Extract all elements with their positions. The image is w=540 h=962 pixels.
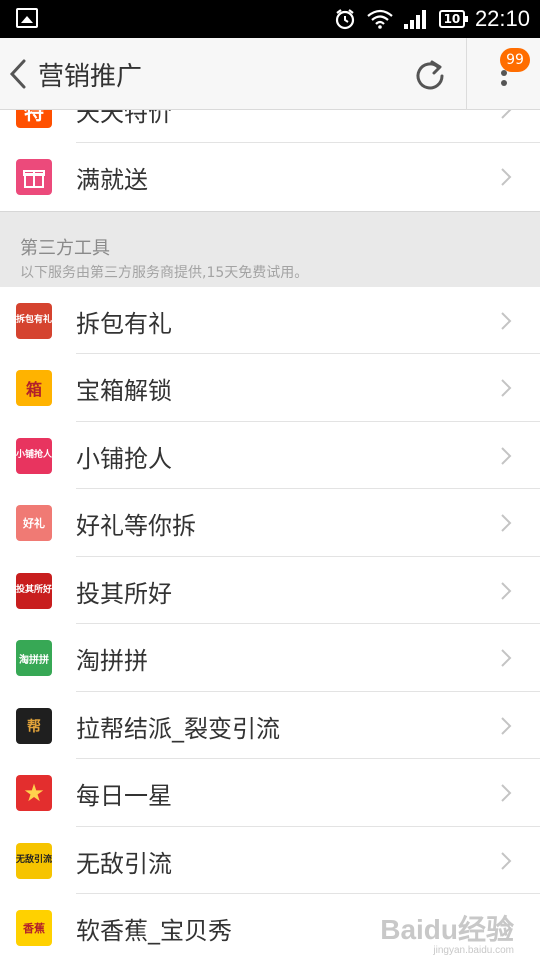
back-arrow-icon[interactable] — [8, 58, 28, 90]
list-item-label: 好礼等你拆 — [76, 506, 196, 541]
baidu-watermark-url: jingyan.baidu.com — [433, 945, 514, 956]
list-item-wudi-yinliu[interactable]: 无敌引流 无敌引流 — [0, 827, 540, 895]
list-item-meiri-yixing[interactable]: ★ 每日一星 — [0, 759, 540, 827]
status-bar: 10 22:10 — [0, 0, 540, 38]
list-item-label: 宝箱解锁 — [76, 371, 172, 406]
refresh-icon[interactable] — [412, 58, 448, 94]
chevron-right-icon — [500, 783, 512, 803]
taopinpin-icon: 淘拼拼 — [16, 640, 52, 676]
treasure-box-icon: 箱 — [16, 370, 52, 406]
chevron-right-icon — [500, 378, 512, 398]
wifi-icon — [367, 9, 393, 29]
chevron-right-icon — [500, 446, 512, 466]
list-item-taopinpin[interactable]: 淘拼拼 淘拼拼 — [0, 624, 540, 692]
chevron-right-icon — [500, 581, 512, 601]
list-item-haoli-dengnichai[interactable]: 好礼 好礼等你拆 — [0, 489, 540, 557]
chevron-right-icon — [500, 167, 512, 187]
signal-icon — [403, 9, 429, 29]
status-time: 22:10 — [475, 6, 530, 32]
wudi-yinliu-icon: 无敌引流 — [16, 843, 52, 879]
status-icons: 10 22:10 — [333, 0, 530, 38]
header-divider — [466, 38, 467, 110]
chevron-right-icon — [500, 851, 512, 871]
list-item-label: 每日一星 — [76, 776, 172, 811]
list-item-label: 拆包有礼 — [76, 304, 172, 339]
list-item-manjiusong[interactable]: 满就送 — [0, 143, 540, 211]
section-title: 第三方工具 — [20, 234, 110, 260]
list-item-label: 投其所好 — [76, 574, 172, 609]
labang-jiepai-icon: 帮 — [16, 708, 52, 744]
list-item-label: 拉帮结派_裂变引流 — [76, 709, 280, 744]
notification-badge: 99 — [500, 48, 530, 72]
haoli-icon: 好礼 — [16, 505, 52, 541]
list-item-label: 无敌引流 — [76, 844, 172, 879]
section-subtitle: 以下服务由第三方服务商提供,15天免费试用。 — [20, 262, 308, 282]
list-item-label: 淘拼拼 — [76, 641, 148, 676]
chevron-right-icon — [500, 110, 512, 120]
banana-icon: 香蕉 — [16, 910, 52, 946]
image-notification-icon — [16, 8, 38, 28]
list-item-partial[interactable]: 特 天天特价 — [0, 110, 540, 143]
baidu-watermark: Baidu经验 — [380, 908, 514, 948]
xiaopu-qiangren-icon: 小铺抢人 — [16, 438, 52, 474]
app-header: 营销推广 99 — [0, 38, 540, 110]
page-title: 营销推广 — [38, 56, 142, 93]
chaibao-youli-icon: 拆包有礼 — [16, 303, 52, 339]
list-item-chaibao-youli[interactable]: 拆包有礼 拆包有礼 — [0, 287, 540, 355]
third-party-section-header: 第三方工具 以下服务由第三方服务商提供,15天免费试用。 — [0, 211, 540, 287]
star-icon: ★ — [16, 775, 52, 811]
chevron-right-icon — [500, 513, 512, 533]
list-item-label: 小铺抢人 — [76, 439, 172, 474]
list-item-label: 天天特价 — [76, 110, 172, 128]
list-item-labang-jiepai[interactable]: 帮 拉帮结派_裂变引流 — [0, 692, 540, 760]
list-item-baoxiang-jiesuo[interactable]: 箱 宝箱解锁 — [0, 354, 540, 422]
battery-icon: 10 — [439, 10, 465, 28]
chevron-right-icon — [500, 648, 512, 668]
chevron-right-icon — [500, 311, 512, 331]
promotion-list: 特 天天特价 满就送 第三方工具 以下服务由第三方服务商提供,15天免费试用。 … — [0, 110, 540, 962]
gift-box-icon — [16, 159, 52, 195]
touqi-suohao-icon: 投其所好 — [16, 573, 52, 609]
list-item-touqi-suohao[interactable]: 投其所好 投其所好 — [0, 557, 540, 625]
list-item-xiaopu-qiangren[interactable]: 小铺抢人 小铺抢人 — [0, 422, 540, 490]
chevron-right-icon — [500, 716, 512, 736]
alarm-icon — [333, 7, 357, 31]
list-item-label: 软香蕉_宝贝秀 — [76, 911, 232, 946]
tiantian-tejia-icon: 特 — [16, 110, 52, 128]
list-item-label: 满就送 — [76, 160, 148, 195]
